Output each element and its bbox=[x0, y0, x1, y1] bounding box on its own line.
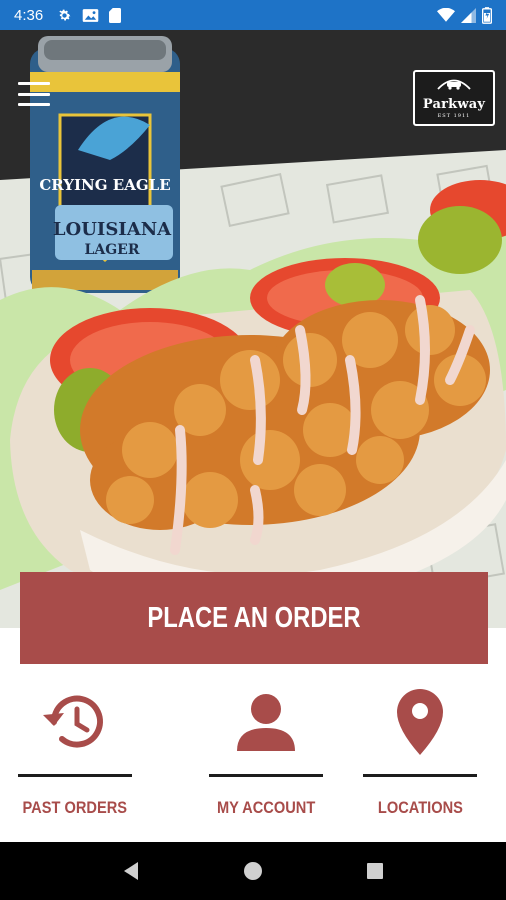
logo-est: EST 1911 bbox=[437, 113, 471, 119]
location-pin-icon bbox=[396, 682, 444, 762]
svg-text:LOUISIANA: LOUISIANA bbox=[53, 219, 172, 240]
history-icon bbox=[42, 682, 108, 762]
action-divider bbox=[18, 774, 132, 777]
status-right-icons bbox=[437, 6, 492, 24]
place-order-label: PLACE AN ORDER bbox=[147, 601, 361, 634]
hamburger-menu-icon[interactable] bbox=[18, 82, 50, 106]
gear-icon bbox=[59, 9, 71, 20]
back-icon[interactable] bbox=[111, 851, 151, 891]
status-time: 4:36 bbox=[14, 6, 44, 24]
parkway-logo: Parkway EST 1911 bbox=[413, 70, 495, 126]
status-bar: 4:36 bbox=[0, 0, 506, 30]
svg-text:LAGER: LAGER bbox=[85, 242, 140, 258]
sd-card-icon bbox=[109, 7, 122, 23]
quick-actions: PAST ORDERS MY ACCOUNT LOCATIONS bbox=[0, 676, 506, 838]
logo-name: Parkway bbox=[422, 97, 486, 112]
place-order-button[interactable]: PLACE AN ORDER bbox=[20, 572, 488, 664]
person-icon bbox=[235, 682, 297, 762]
beer-can: CRYING EAGLE LOUISIANA LAGER bbox=[30, 36, 180, 293]
action-divider bbox=[209, 774, 323, 777]
hero-image: CRYING EAGLE LOUISIANA LAGER Parkway EST… bbox=[0, 30, 506, 628]
locations-button[interactable]: LOCATIONS bbox=[361, 676, 479, 826]
photo-icon bbox=[82, 8, 99, 22]
action-divider bbox=[363, 774, 477, 777]
logo-car-icon bbox=[437, 79, 471, 90]
recents-icon[interactable] bbox=[355, 851, 395, 891]
status-left-icons bbox=[57, 7, 122, 23]
wifi-icon bbox=[437, 8, 455, 22]
past-orders-label: PAST ORDERS bbox=[22, 798, 128, 817]
my-account-button[interactable]: MY ACCOUNT bbox=[207, 676, 325, 826]
signal-icon bbox=[461, 7, 476, 23]
svg-text:CRYING EAGLE: CRYING EAGLE bbox=[39, 176, 170, 194]
past-orders-button[interactable]: PAST ORDERS bbox=[16, 676, 134, 826]
locations-label: LOCATIONS bbox=[377, 798, 463, 817]
android-nav-bar bbox=[0, 842, 506, 900]
my-account-label: MY ACCOUNT bbox=[216, 798, 316, 817]
battery-icon bbox=[482, 6, 492, 24]
home-icon[interactable] bbox=[233, 851, 273, 891]
